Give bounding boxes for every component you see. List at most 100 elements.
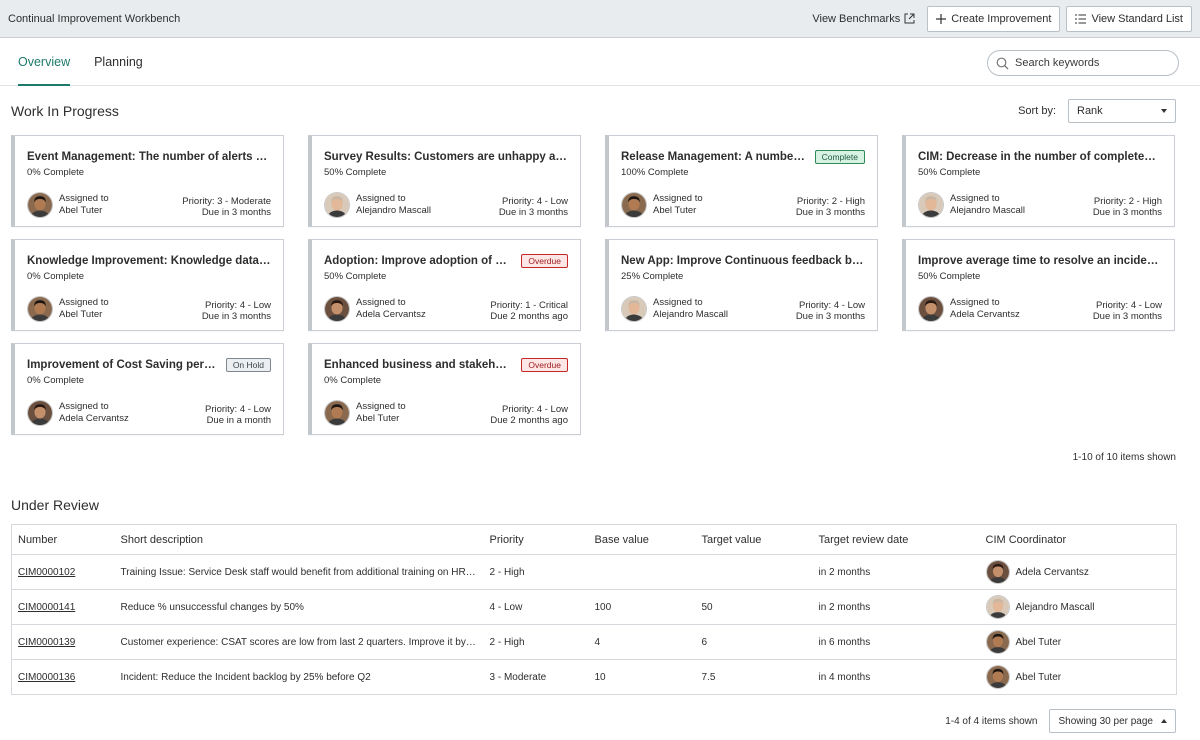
card-footer: Assigned to Alejandro Mascall Priority: 4 … [324,192,568,218]
card-title: Knowledge Improvement: Knowledge data di… [27,255,271,267]
create-improvement-button[interactable]: Create Improvement [927,5,1061,32]
improvement-card[interactable]: Improvement of Cost Saving per incident O… [11,343,284,435]
improvement-card[interactable]: CIM: Decrease in the number of completed… [902,135,1175,227]
card-header: Event Management: The number of alerts f… [27,148,271,166]
assignee-text: Assigned to Alejandro Mascall [950,193,1025,217]
column-header-priority[interactable]: Priority [483,524,589,555]
cell-short-description: Customer experience: CSAT scores are low… [114,624,484,660]
card-assignee: Assigned to Abel Tuter [27,192,109,218]
status-badge: Complete [814,150,865,164]
coordinator-name: Alejandro Mascall [1015,601,1095,613]
chevron-down-icon [1161,109,1167,113]
cell-short-description: Incident: Reduce the Incident backlog by… [114,659,484,695]
view-benchmarks-label: View Benchmarks [812,12,901,25]
card-header: Adoption: Improve adoption of new featur… [324,252,568,270]
column-header-base-value[interactable]: Base value [588,524,696,555]
improvement-card[interactable]: New App: Improve Continuous feedback by … [605,239,878,331]
card-assignee: Assigned to Alejandro Mascall [324,192,431,218]
assignee-text: Assigned to Adela Cervantsz [950,297,1020,321]
cell-base-value: 4 [588,624,696,660]
wip-card-grid: Event Management: The number of alerts f… [11,135,1176,435]
assigned-to-label: Assigned to [653,297,703,308]
assigned-to-label: Assigned to [356,401,406,412]
card-priority-block: Priority: 4 - Low Due in 3 months [796,300,865,322]
improvement-card[interactable]: Event Management: The number of alerts f… [11,135,284,227]
card-progress-text: 50% Complete [918,167,981,178]
cell-cim-coordinator: Abel Tuter [979,624,1177,660]
card-footer: Assigned to Adela Cervantsz Priority: 1 - … [324,296,568,322]
assigned-to-label: Assigned to [356,297,406,308]
cell-priority: 2 - High [483,554,589,590]
record-link[interactable]: CIM0000141 [18,602,75,613]
view-benchmarks-link[interactable]: View Benchmarks [806,13,921,25]
tab-overview[interactable]: Overview [12,38,76,86]
column-header-target-review-date[interactable]: Target review date [812,524,980,555]
card-priority-block: Priority: 4 - Low Due in 3 months [202,300,271,322]
card-footer: Assigned to Alejandro Mascall Priority: 2 … [918,192,1162,218]
card-due: Due in 3 months [1092,311,1162,322]
header-actions: View Benchmarks Create Improvement View … [806,5,1192,32]
card-header: Knowledge Improvement: Knowledge data di… [27,252,271,270]
card-footer: Assigned to Abel Tuter Priority: 3 - Moder… [27,192,271,218]
view-standard-list-label: View Standard List [1091,12,1183,25]
card-title: Improvement of Cost Saving per incident [27,359,218,371]
assignee-name: Alejandro Mascall [653,309,728,320]
sort-label: Sort by: [1018,105,1056,117]
review-count-text: 1-4 of 4 items shown [945,715,1038,727]
cell-number: CIM0000139 [11,624,115,660]
avatar [27,296,53,322]
assigned-to-label: Assigned to [59,193,109,204]
tab-planning[interactable]: Planning [88,38,149,86]
search-input[interactable] [1015,57,1170,69]
avatar [27,400,53,426]
tab-bar: Overview Planning [0,38,1200,86]
card-header: Enhanced business and stakeholder satisf… [324,356,568,374]
card-header: Release Management: A number of releases… [621,148,865,166]
column-header-cim-coordinator[interactable]: CIM Coordinator [979,524,1177,555]
avatar [621,192,647,218]
column-header-target-value[interactable]: Target value [695,524,813,555]
review-header: Under Review [11,497,1176,513]
table-row[interactable]: CIM0000136 Incident: Reduce the Incident … [11,659,1177,695]
improvement-card[interactable]: Enhanced business and stakeholder satisf… [308,343,581,435]
per-page-select[interactable]: Showing 30 per page [1049,709,1176,733]
card-title: Event Management: The number of alerts f… [27,151,271,163]
avatar [985,595,1010,619]
assigned-to-label: Assigned to [653,193,703,204]
table-row[interactable]: CIM0000139 Customer experience: CSAT scor… [11,624,1177,660]
improvement-card[interactable]: Knowledge Improvement: Knowledge data di… [11,239,284,331]
column-header-number[interactable]: Number [11,524,115,555]
record-link[interactable]: CIM0000136 [18,672,75,683]
card-assignee: Assigned to Abel Tuter [324,400,406,426]
improvement-card[interactable]: Release Management: A number of releases… [605,135,878,227]
avatar [918,296,944,322]
avatar [918,192,944,218]
assignee-name: Adela Cervantsz [59,413,129,424]
improvement-card[interactable]: Survey Results: Customers are unhappy ab… [308,135,581,227]
card-priority-block: Priority: 1 - Critical Due 2 months ago [490,300,568,322]
sort-select[interactable]: Rank [1068,99,1176,123]
assignee-text: Assigned to Adela Cervantsz [59,401,129,425]
record-link[interactable]: CIM0000102 [18,567,75,578]
assigned-to-label: Assigned to [59,297,109,308]
assignee-name: Abel Tuter [653,205,697,216]
card-progress-text: 100% Complete [621,167,689,178]
wip-count-text: 1-10 of 10 items shown [1072,452,1176,463]
status-badge: Overdue [521,254,568,268]
improvement-card[interactable]: Improve average time to resolve an incid… [902,239,1175,331]
table-row[interactable]: CIM0000102 Training Issue: Service Desk s… [11,554,1177,590]
cell-number: CIM0000102 [11,554,115,590]
card-progress-text: 0% Complete [27,167,85,178]
card-priority: Priority: 4 - Low [205,300,271,311]
assignee-text: Assigned to Abel Tuter [59,193,109,217]
table-row[interactable]: CIM0000141 Reduce % unsuccessful changes … [11,589,1177,625]
column-header-short-description[interactable]: Short description [114,524,484,555]
assignee-name: Abel Tuter [59,205,103,216]
card-priority: Priority: 2 - High [1093,196,1162,207]
improvement-card[interactable]: Adoption: Improve adoption of new featur… [308,239,581,331]
record-link[interactable]: CIM0000139 [18,637,75,648]
card-footer: Assigned to Adela Cervantsz Priority: 4 - … [918,296,1162,322]
card-progress-text: 0% Complete [324,375,382,386]
card-progress-text: 0% Complete [27,375,85,386]
view-standard-list-button[interactable]: View Standard List [1066,5,1192,32]
